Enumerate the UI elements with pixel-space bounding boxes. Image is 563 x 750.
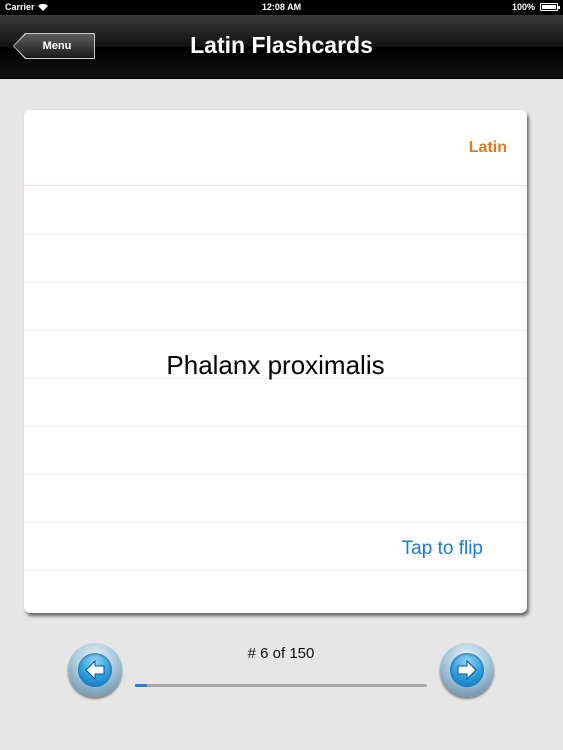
battery-icon [540, 3, 560, 11]
arrow-left-icon [85, 659, 105, 681]
card-ruled-line [24, 570, 527, 571]
tap-to-flip-hint[interactable]: Tap to flip [402, 538, 483, 560]
previous-card-button[interactable] [68, 643, 122, 697]
card-ruled-line [24, 426, 527, 427]
card-term: Phalanx proximalis [166, 350, 385, 380]
card-counter: # 6 of 150 [247, 645, 315, 662]
flashcard[interactable]: Latin Phalanx proximalis Tap to flip [24, 110, 527, 613]
card-language-label: Latin [468, 139, 507, 156]
progress-bar-fill [135, 684, 147, 687]
card-header-line [24, 185, 527, 186]
arrow-right-icon [457, 659, 477, 681]
card-ruled-line [24, 330, 527, 331]
next-card-button[interactable] [440, 643, 494, 697]
card-ruled-line [24, 522, 527, 523]
card-ruled-line [24, 474, 527, 475]
progress-bar[interactable] [135, 684, 427, 687]
card-ruled-line [24, 234, 527, 235]
status-bar: Carrier 12:08 AM 100% [0, 0, 563, 15]
clock: 12:08 AM [261, 2, 302, 12]
card-ruled-line [24, 282, 527, 283]
navigation-bar: Menu Latin Flashcards [0, 15, 563, 79]
page-title: Latin Flashcards [190, 32, 373, 58]
battery-percent: 100% [511, 2, 535, 12]
